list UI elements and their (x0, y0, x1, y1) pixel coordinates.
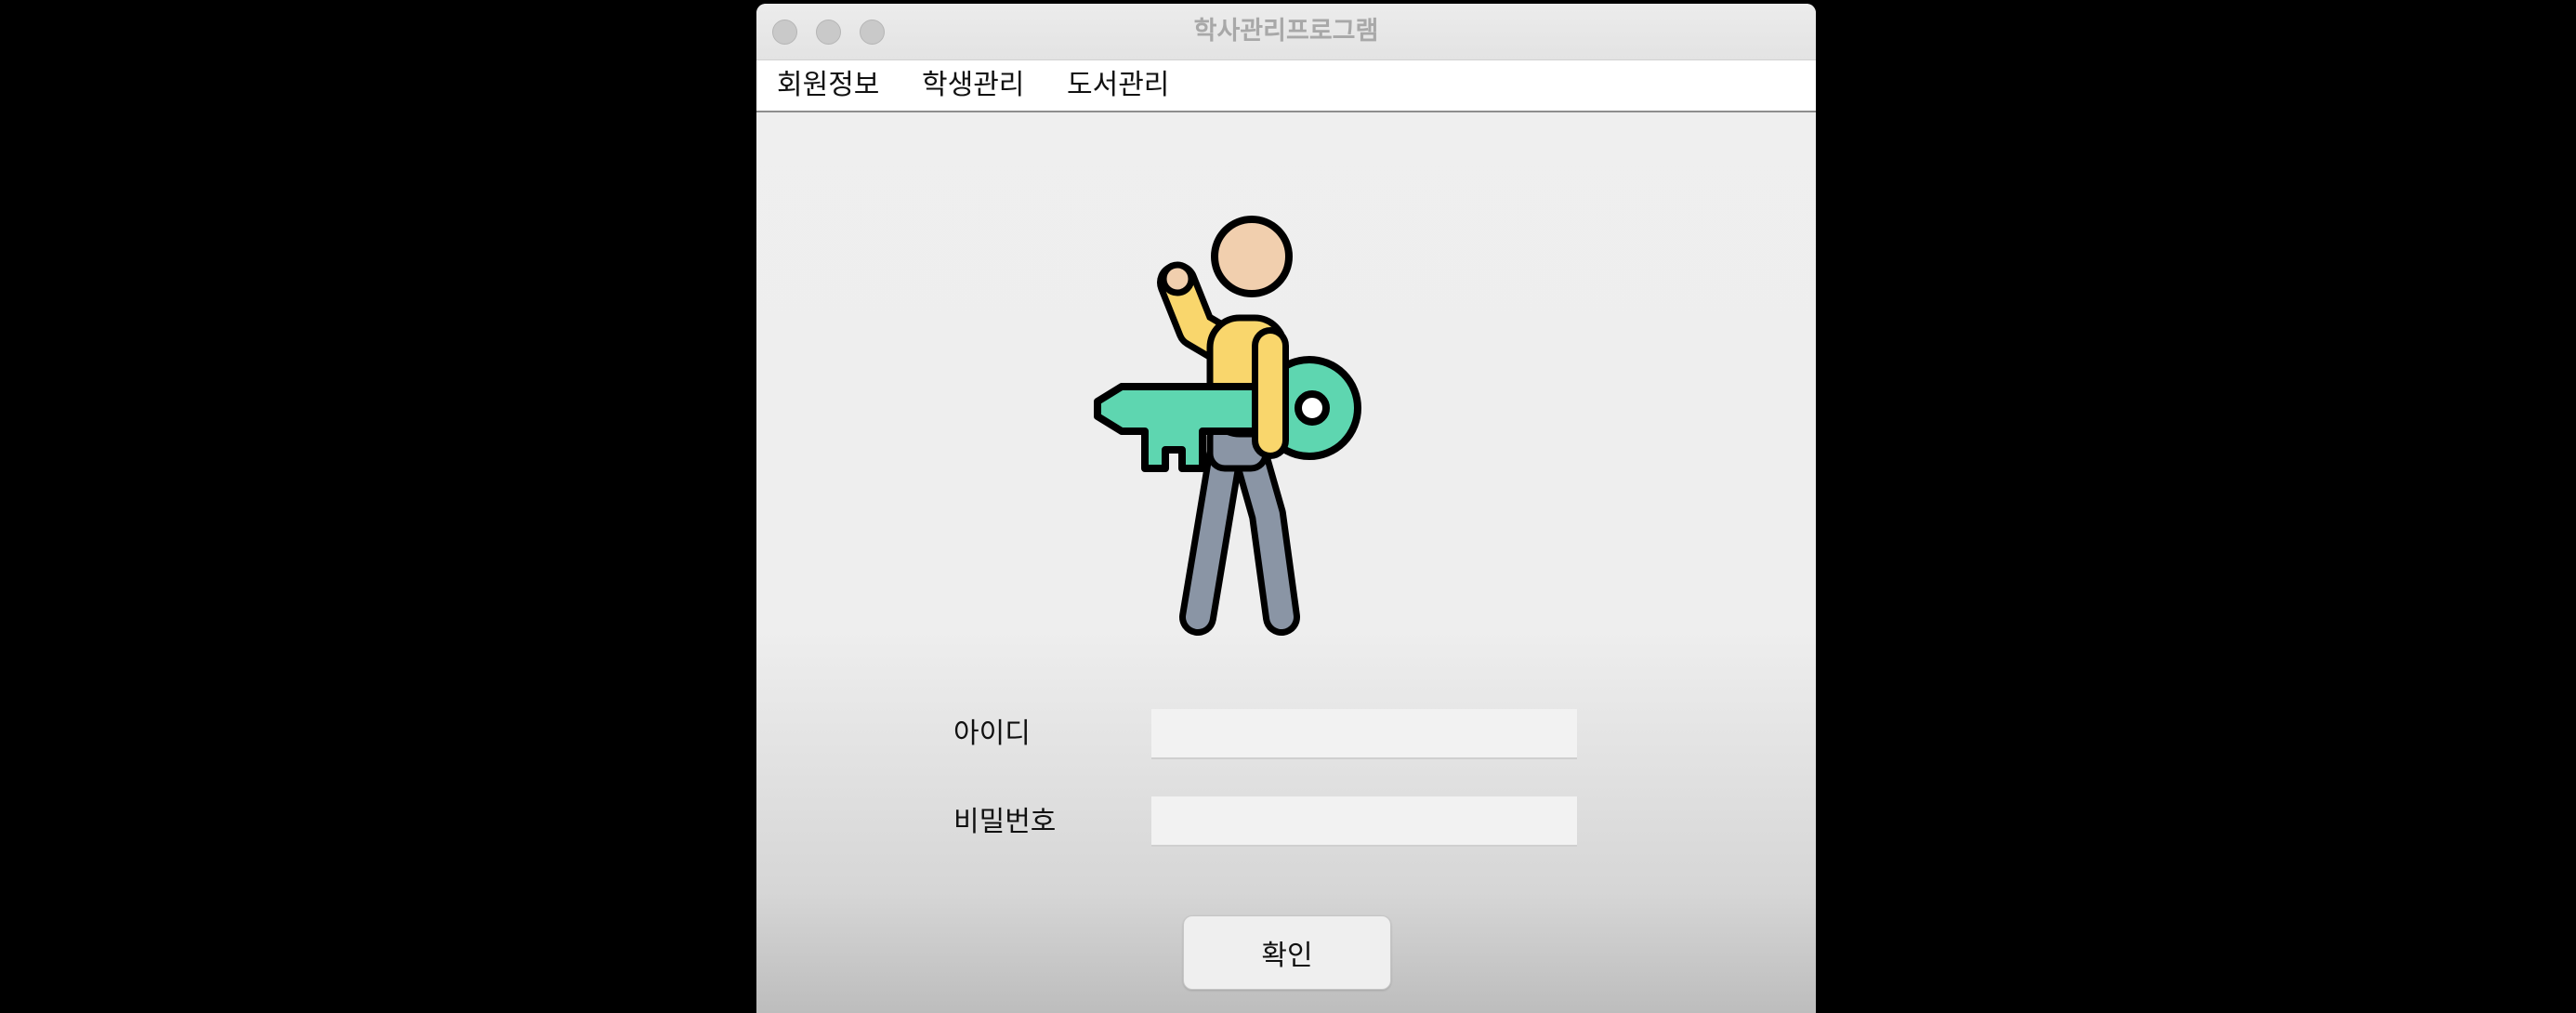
id-input[interactable] (1151, 709, 1577, 759)
confirm-button[interactable]: 확인 (1183, 915, 1391, 990)
id-label: 아이디 (953, 717, 1031, 750)
app-window: 학사관리프로그램 회원정보 학생관리 도서관리 아이디 비밀번호 확인 (756, 4, 1816, 1013)
password-input[interactable] (1151, 796, 1577, 847)
menu-bar: 회원정보 학생관리 도서관리 (756, 60, 1816, 112)
menu-item-member-info[interactable]: 회원정보 (777, 60, 879, 111)
person-holding-key-icon (1094, 216, 1361, 636)
menu-item-student-management[interactable]: 학생관리 (922, 60, 1024, 111)
window-title: 학사관리프로그램 (1193, 17, 1379, 46)
title-bar: 학사관리프로그램 (756, 4, 1816, 60)
menu-item-library-management[interactable]: 도서관리 (1067, 60, 1169, 111)
password-label: 비밀번호 (953, 806, 1057, 838)
